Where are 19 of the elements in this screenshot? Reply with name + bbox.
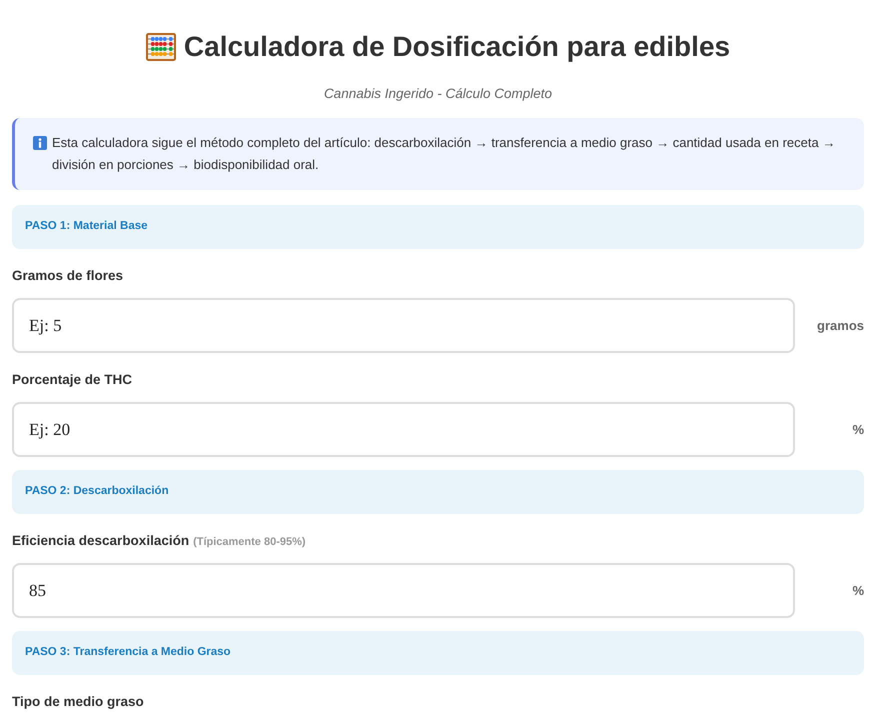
field-label: Tipo de medio graso [12,693,144,711]
info-text: Esta calculadora sigue el método completo del artículo: descarboxilación → transferencia a medio graso → cantidad usada en receta → división en porciones → biodisponibilidad oral. [52,134,836,174]
unit-label: gramos [817,316,864,335]
step-heading-text: PASO 2: Descarboxilación [25,484,169,500]
abacus-icon [146,33,176,61]
step-heading-text: PASO 3: Transferencia a Medio Graso [25,645,231,660]
field-label: Porcentaje de THC [12,371,132,389]
field-label: Eficiencia descarboxilación [12,532,190,550]
step-heading-text: PASO 1: Material Base [25,219,148,234]
input-field[interactable]: Ej: 20 [12,402,795,457]
page-subtitle: Cannabis Ingerido - Cálculo Completo [324,85,552,103]
info-icon [33,136,47,150]
unit-label: % [852,420,864,439]
field-label: Gramos de flores [12,267,124,285]
input-field[interactable]: 85 [12,563,795,618]
input-field[interactable]: Ej: 5 [12,298,795,353]
unit-label: % [852,582,864,600]
page-title: Calculadora de Dosificación para edibles [184,30,730,64]
hint-text: (Típicamente 80-95%) [193,535,306,550]
